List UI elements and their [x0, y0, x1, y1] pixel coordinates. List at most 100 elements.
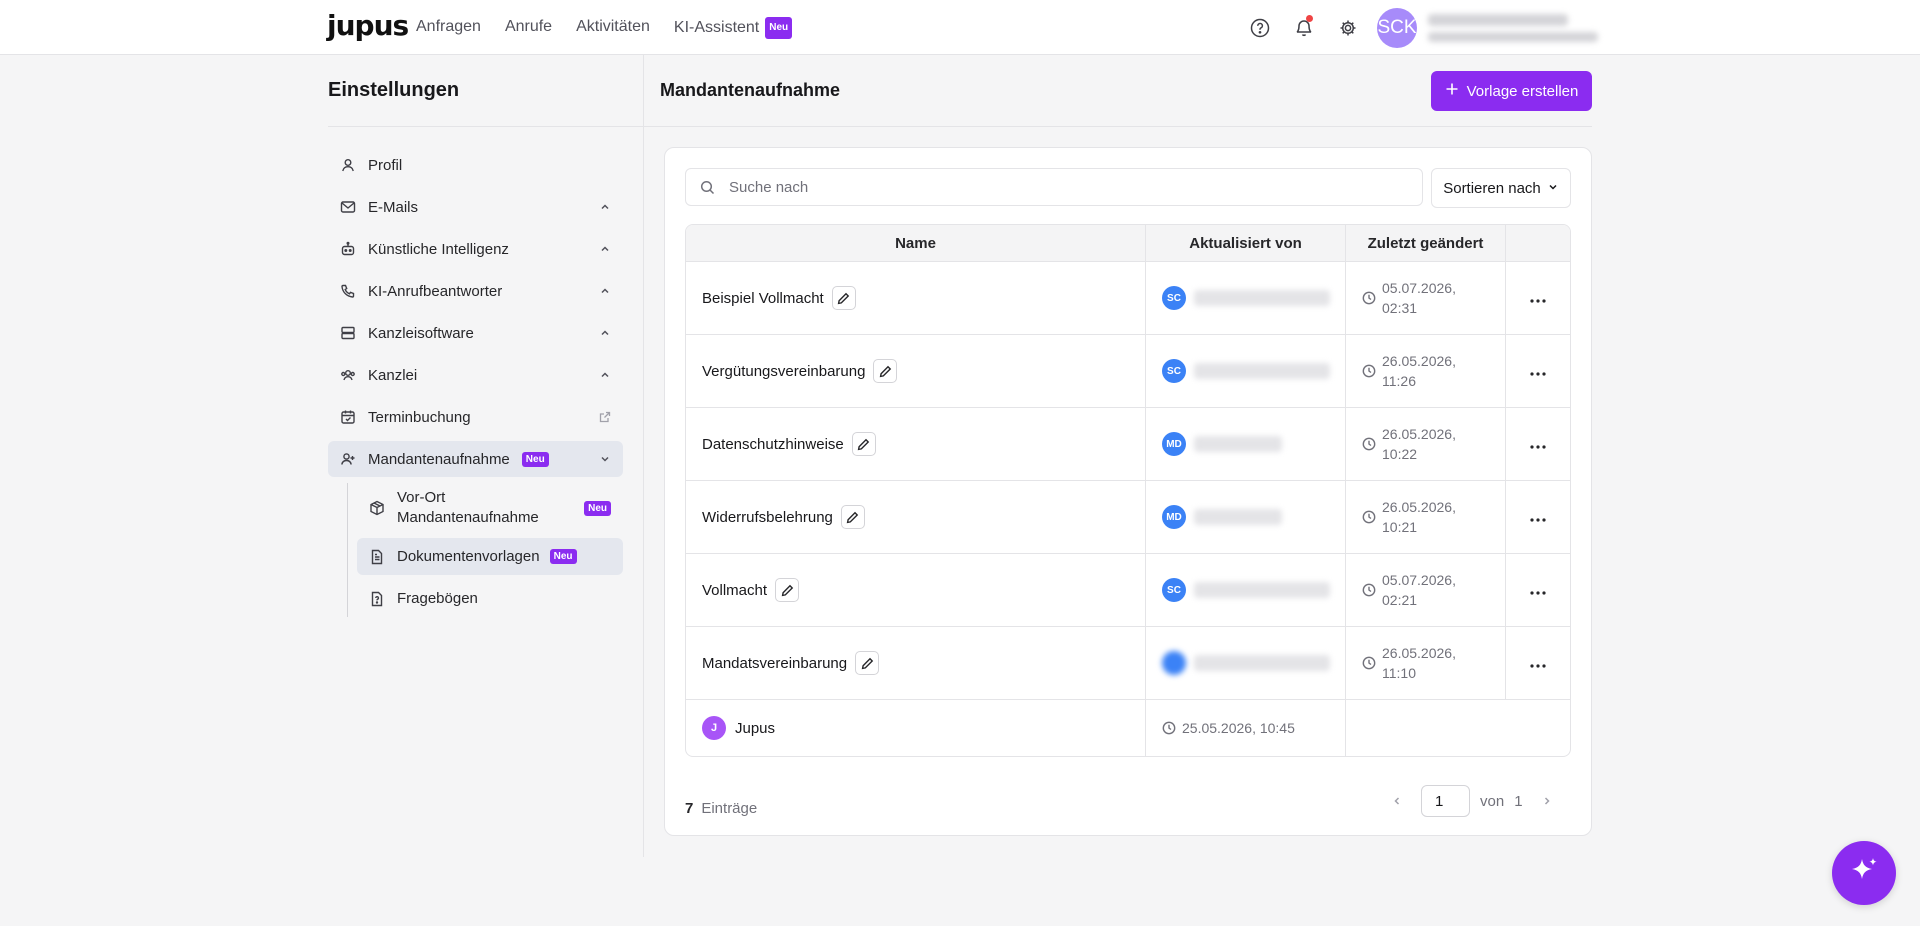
ai-assistant-sparkle-button[interactable]: [1832, 841, 1896, 905]
last-changed-date: 26.05.2026, 11:26: [1382, 353, 1456, 389]
chevron-right-icon[interactable]: [1533, 787, 1561, 815]
create-template-button[interactable]: Vorlage erstellen: [1431, 71, 1592, 111]
more-options-icon[interactable]: [1530, 509, 1546, 526]
redacted-user-name: [1194, 655, 1330, 671]
help-icon[interactable]: [1247, 15, 1272, 40]
edit-pencil-icon[interactable]: [851, 432, 876, 456]
sidebar-item-ki-anrufbeantworter[interactable]: KI-Anrufbeantworter: [328, 273, 623, 309]
page-input[interactable]: 1: [1421, 785, 1470, 817]
main-nav: Anfragen Anrufe Aktivitäten KI-Assistent…: [416, 17, 793, 39]
chevron-down-icon[interactable]: [599, 452, 611, 469]
template-name[interactable]: Vollmacht: [702, 582, 767, 599]
edit-pencil-icon[interactable]: [840, 505, 865, 529]
sidebar-item-profil[interactable]: Profil: [328, 147, 623, 183]
sidebar-item-emails[interactable]: E-Mails: [328, 189, 623, 225]
more-options-icon[interactable]: [1530, 582, 1546, 599]
sidebar-item-mandantenaufnahme[interactable]: Mandantenaufnahme Neu: [328, 441, 623, 477]
bell-icon[interactable]: [1291, 15, 1316, 40]
top-icons: [1247, 15, 1360, 40]
sidebar-item-terminbuchung[interactable]: Terminbuchung: [328, 399, 623, 435]
clock-icon: [1362, 291, 1376, 305]
redacted-user-name: [1194, 290, 1330, 306]
sidebar-item-label: KI-Anrufbeantworter: [368, 282, 503, 300]
table-row[interactable]: Widerrufsbelehrung MD 26.05.2026, 10:21: [686, 481, 1570, 554]
calendar-icon: [340, 409, 356, 425]
entries-count: 7 Einträge: [685, 800, 757, 817]
box-icon: [369, 500, 385, 516]
sidebar-item-label: Kanzlei: [368, 366, 418, 384]
clock-icon: [1362, 437, 1376, 451]
sidebar-item-kanzlei[interactable]: Kanzlei: [328, 357, 623, 393]
clock-icon: [1362, 364, 1376, 378]
sidebar-item-kanzleisoftware[interactable]: Kanzleisoftware: [328, 315, 623, 351]
edit-pencil-icon[interactable]: [831, 286, 856, 310]
sort-label: Sortieren nach: [1443, 179, 1541, 197]
column-header-last-changed[interactable]: Zuletzt geändert: [1346, 225, 1506, 261]
nav-anfragen[interactable]: Anfragen: [416, 17, 481, 39]
table-row[interactable]: J Jupus 25.05.2026, 10:45: [686, 700, 1570, 756]
redacted-user-name: [1194, 582, 1330, 598]
nav-ki-assistent[interactable]: KI-Assistent Neu: [674, 17, 793, 39]
jupus-logo[interactable]: jupus: [327, 10, 409, 42]
sidebar-subitem-dokumentenvorlagen[interactable]: Dokumentenvorlagen Neu: [357, 538, 623, 575]
table-row[interactable]: Beispiel Vollmacht SC 05.07.2026, 02:31: [686, 262, 1570, 335]
redacted-user-email: [1428, 32, 1598, 42]
new-badge: Neu: [584, 501, 611, 516]
questionnaire-icon: [369, 591, 385, 607]
plus-icon: [1445, 82, 1459, 100]
edit-pencil-icon[interactable]: [873, 359, 898, 383]
more-options-icon[interactable]: [1530, 436, 1546, 453]
new-badge: Neu: [765, 17, 793, 39]
chevron-up-icon[interactable]: [599, 368, 611, 385]
nav-anrufe[interactable]: Anrufe: [505, 17, 552, 39]
sidebar-item-kuenstliche-intelligenz[interactable]: Künstliche Intelligenz: [328, 231, 623, 267]
table-row[interactable]: Vollmacht SC 05.07.2026, 02:21: [686, 554, 1570, 627]
gear-icon[interactable]: [1335, 15, 1360, 40]
search-input[interactable]: Suche nach: [685, 168, 1423, 206]
edit-pencil-icon[interactable]: [855, 651, 880, 675]
more-options-icon[interactable]: [1530, 363, 1546, 380]
nav-aktivitaeten[interactable]: Aktivitäten: [576, 17, 650, 39]
chevron-up-icon[interactable]: [599, 200, 611, 217]
external-link-icon[interactable]: [599, 410, 611, 427]
template-name[interactable]: Vergütungsvereinbarung: [702, 363, 865, 380]
entries-label: Einträge: [701, 800, 758, 817]
chevron-up-icon[interactable]: [599, 326, 611, 343]
user-avatar: [1162, 651, 1186, 675]
chevron-up-icon[interactable]: [599, 242, 611, 259]
pagination: 1 von 1: [1383, 785, 1561, 817]
more-options-icon[interactable]: [1530, 655, 1546, 672]
user-avatar: SC: [1162, 286, 1186, 310]
table-row[interactable]: Datenschutzhinweise MD 26.05.2026, 10:22: [686, 408, 1570, 481]
top-navigation-bar: jupus Anfragen Anrufe Aktivitäten KI-Ass…: [0, 0, 1920, 55]
last-changed-date: 26.05.2026, 10:22: [1382, 426, 1456, 462]
sparkle-icon: [1848, 855, 1880, 892]
chevron-up-icon[interactable]: [599, 284, 611, 301]
column-header-updated-by[interactable]: Aktualisiert von: [1146, 225, 1346, 261]
template-name[interactable]: Beispiel Vollmacht: [702, 290, 824, 307]
column-header-name[interactable]: Name: [686, 225, 1146, 261]
create-template-label: Vorlage erstellen: [1466, 82, 1579, 100]
template-name[interactable]: Widerrufsbelehrung: [702, 509, 833, 526]
edit-pencil-icon[interactable]: [775, 578, 800, 602]
sidebar-subitem-frageboegen[interactable]: Fragebögen: [357, 580, 623, 617]
chevron-down-icon: [1547, 180, 1559, 197]
template-name[interactable]: Datenschutzhinweise: [702, 436, 844, 453]
templates-card: Suche nach Sortieren nach Name Aktualisi…: [664, 147, 1592, 836]
chevron-left-icon[interactable]: [1383, 787, 1411, 815]
team-icon: [340, 367, 356, 383]
clock-icon: [1162, 721, 1176, 735]
clock-icon: [1362, 510, 1376, 524]
of-label: von: [1480, 792, 1505, 810]
robot-icon: [340, 241, 356, 257]
user-avatar: MD: [1162, 432, 1186, 456]
sort-dropdown[interactable]: Sortieren nach: [1431, 168, 1571, 208]
template-name[interactable]: Mandatsvereinbarung: [702, 655, 847, 672]
search-icon: [700, 180, 715, 195]
table-row[interactable]: Vergütungsvereinbarung SC 26.05.2026, 11…: [686, 335, 1570, 408]
table-row[interactable]: Mandatsvereinbarung 26.05.2026, 11:10: [686, 627, 1570, 700]
sidebar-item-label: Profil: [368, 156, 403, 174]
more-options-icon[interactable]: [1530, 290, 1546, 307]
user-avatar[interactable]: SCK: [1377, 8, 1417, 48]
sidebar-subitem-vor-ort[interactable]: Vor-Ort Mandantenaufnahme Neu: [357, 483, 623, 533]
